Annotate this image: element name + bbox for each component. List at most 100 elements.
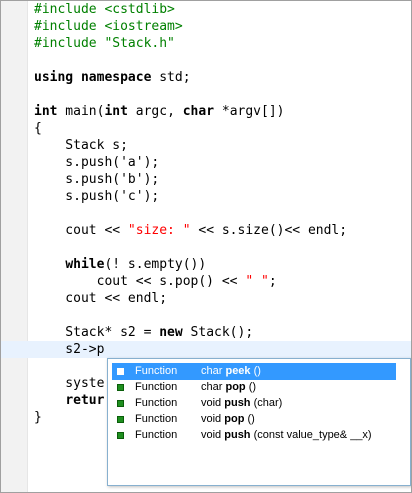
code-line[interactable]: s.push('a'); bbox=[1, 154, 411, 171]
code-token: char bbox=[182, 104, 215, 119]
code-line[interactable]: { bbox=[1, 120, 411, 137]
code-token: int bbox=[34, 104, 58, 119]
signature-params: () bbox=[245, 381, 257, 393]
code-editor[interactable]: #include <cstdlib> #include <iostream> #in… bbox=[0, 0, 412, 493]
code-line[interactable]: #include <cstdlib> bbox=[1, 1, 411, 18]
code-token: s2->p bbox=[34, 342, 105, 357]
code-line[interactable] bbox=[1, 239, 411, 256]
code-line-text: cout << "size: " << s.size()<< endl; bbox=[34, 222, 347, 239]
code-token: while bbox=[65, 257, 105, 272]
code-line[interactable]: while(! s.empty()) bbox=[1, 256, 411, 273]
code-line[interactable] bbox=[1, 86, 411, 103]
signature-params: () bbox=[250, 365, 261, 377]
code-token: int bbox=[104, 104, 128, 119]
code-token: argc, bbox=[127, 104, 183, 119]
signature-return-type: char bbox=[201, 365, 226, 377]
function-icon bbox=[117, 416, 124, 423]
code-line-text: int main(int argc, char *argv[]) bbox=[34, 103, 285, 120]
code-line[interactable]: s.push('b'); bbox=[1, 171, 411, 188]
code-token: { bbox=[34, 121, 42, 136]
autocomplete-item-signature: char peek () bbox=[201, 363, 261, 380]
code-token: Stack* s2 = bbox=[34, 325, 160, 340]
code-token: new bbox=[159, 325, 183, 340]
code-line[interactable]: #include <iostream> bbox=[1, 18, 411, 35]
code-line[interactable]: cout << s.pop() << " "; bbox=[1, 273, 411, 290]
code-line-text: } bbox=[34, 409, 42, 426]
code-line-text: while(! s.empty()) bbox=[34, 256, 206, 273]
code-line[interactable] bbox=[1, 307, 411, 324]
code-line[interactable] bbox=[1, 52, 411, 69]
code-token: #include <iostream> bbox=[34, 19, 183, 34]
code-line-text: s2->p bbox=[34, 341, 104, 358]
code-token: " " bbox=[245, 274, 269, 289]
code-line[interactable]: cout << "size: " << s.size()<< endl; bbox=[1, 222, 411, 239]
autocomplete-popup[interactable]: Function char peek () Function char pop () F… bbox=[107, 358, 411, 486]
code-line-text: Stack* s2 = new Stack(); bbox=[34, 324, 253, 341]
code-line-text: using namespace std; bbox=[34, 69, 191, 86]
signature-name: peek bbox=[225, 365, 251, 377]
code-token: #include <cstdlib> bbox=[34, 2, 175, 17]
code-token: #include "Stack.h" bbox=[34, 36, 175, 51]
code-line-text: retur bbox=[34, 392, 104, 409]
function-icon bbox=[117, 432, 124, 439]
code-line-text: { bbox=[34, 120, 42, 137]
code-line-text: #include "Stack.h" bbox=[34, 35, 175, 52]
code-token: << s.size()<< endl; bbox=[190, 223, 348, 238]
autocomplete-item[interactable]: Function void push (char) bbox=[112, 395, 396, 412]
autocomplete-item-kind: Function bbox=[135, 381, 178, 393]
code-line[interactable]: cout << endl; bbox=[1, 290, 411, 307]
autocomplete-item-signature: void push (const value_type& __x) bbox=[201, 427, 372, 444]
code-line-text: syste bbox=[34, 375, 104, 392]
function-icon bbox=[117, 400, 124, 407]
autocomplete-item[interactable]: Function char peek () bbox=[112, 363, 396, 380]
code-token: (! s.empty()) bbox=[104, 257, 207, 272]
function-icon bbox=[117, 384, 124, 391]
autocomplete-item[interactable]: Function void push (const value_type& __x… bbox=[112, 427, 396, 444]
autocomplete-item-kind: Function bbox=[135, 397, 178, 409]
code-token: } bbox=[34, 410, 42, 425]
code-line[interactable]: Stack s; bbox=[1, 137, 411, 154]
code-token: ; bbox=[268, 274, 277, 289]
code-line[interactable]: int main(int argc, char *argv[]) bbox=[1, 103, 411, 120]
code-token: cout << endl; bbox=[34, 291, 168, 306]
code-token: s.push('c'); bbox=[34, 189, 160, 204]
code-line-text: cout << s.pop() << " "; bbox=[34, 273, 277, 290]
code-token: std; bbox=[151, 70, 191, 85]
autocomplete-item-kind: Function bbox=[135, 429, 178, 441]
code-line-current[interactable]: s2->p bbox=[1, 341, 411, 358]
signature-name: pop bbox=[225, 381, 246, 393]
code-line-text: Stack s; bbox=[34, 137, 128, 154]
signature-params: (const value_type& __x) bbox=[250, 429, 372, 441]
autocomplete-item[interactable]: Function void pop () bbox=[112, 411, 396, 428]
code-line-text: s.push('b'); bbox=[34, 171, 159, 188]
autocomplete-item-kind: Function bbox=[135, 365, 178, 377]
signature-return-type: char bbox=[201, 381, 226, 393]
signature-return-type: void bbox=[201, 397, 225, 409]
code-token: using namespace bbox=[34, 70, 152, 85]
code-token: Stack(); bbox=[182, 325, 254, 340]
code-line[interactable]: #include "Stack.h" bbox=[1, 35, 411, 52]
autocomplete-item[interactable]: Function char pop () bbox=[112, 379, 396, 396]
code-token: cout << bbox=[34, 223, 128, 238]
code-line[interactable]: Stack* s2 = new Stack(); bbox=[1, 324, 411, 341]
code-line-text: #include <cstdlib> bbox=[34, 1, 175, 18]
signature-name: push bbox=[224, 429, 251, 441]
signature-params: (char) bbox=[250, 397, 283, 409]
code-line[interactable]: s.push('c'); bbox=[1, 188, 411, 205]
autocomplete-item-signature: char pop () bbox=[201, 379, 256, 396]
signature-name: pop bbox=[224, 413, 245, 425]
autocomplete-item-signature: void push (char) bbox=[201, 395, 282, 412]
code-token: *argv[]) bbox=[214, 104, 285, 119]
code-token: main( bbox=[57, 104, 105, 119]
code-token: syste bbox=[34, 376, 105, 391]
signature-return-type: void bbox=[201, 429, 225, 441]
code-line[interactable]: using namespace std; bbox=[1, 69, 411, 86]
code-line-text: s.push('c'); bbox=[34, 188, 159, 205]
code-line[interactable] bbox=[1, 205, 411, 222]
autocomplete-item-kind: Function bbox=[135, 413, 178, 425]
signature-name: push bbox=[224, 397, 251, 409]
signature-params: () bbox=[244, 413, 255, 425]
code-line-text: s.push('a'); bbox=[34, 154, 159, 171]
